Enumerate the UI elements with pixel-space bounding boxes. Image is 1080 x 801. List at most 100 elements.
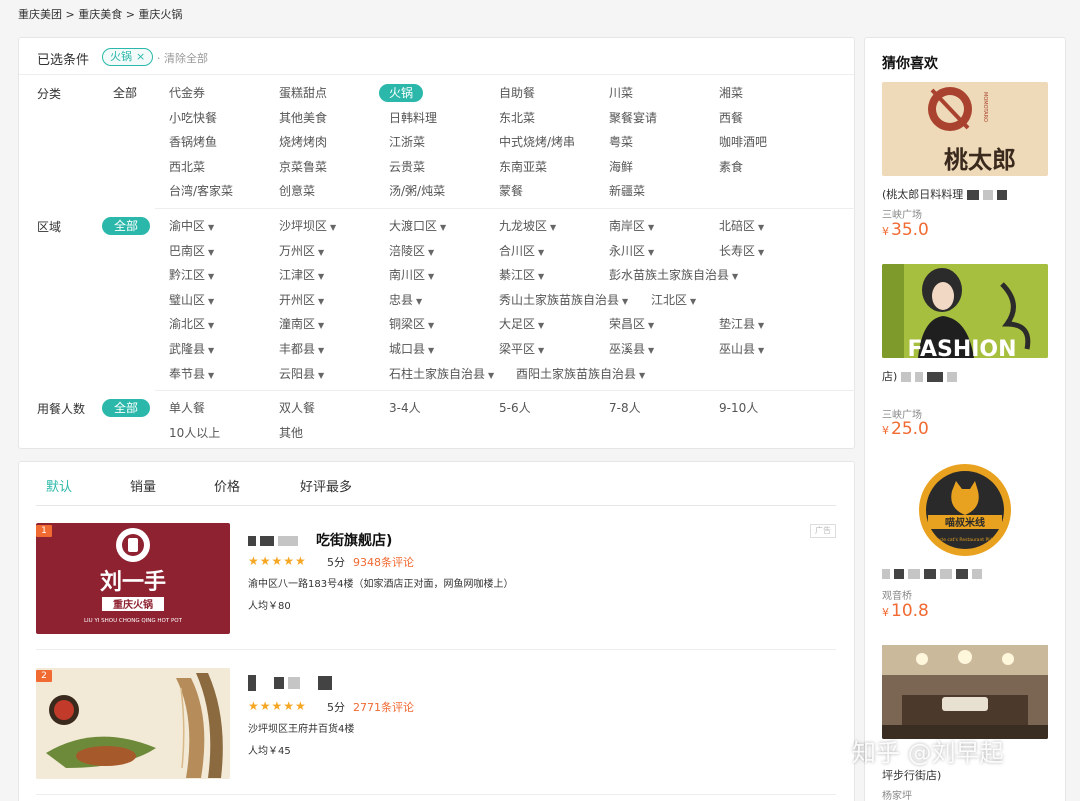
- area-option[interactable]: 垫江县 ▼: [719, 315, 764, 333]
- clear-all-link[interactable]: · 清除全部: [157, 50, 208, 66]
- breadcrumb[interactable]: 重庆美团 > 重庆美食 > 重庆火锅: [18, 6, 182, 22]
- people-all[interactable]: 全部: [102, 399, 151, 417]
- area-option[interactable]: 沙坪坝区 ▼: [279, 217, 336, 235]
- area-option[interactable]: 綦江区 ▼: [499, 266, 544, 284]
- category-option[interactable]: 素食: [719, 158, 743, 176]
- category-option[interactable]: 中式烧烤/烤串: [499, 133, 575, 151]
- list-item[interactable]: 1 刘一手 重庆火锅 LIU YI SHOU CHONG QING HOT PO…: [36, 523, 836, 651]
- restaurant-image[interactable]: 2: [36, 668, 230, 779]
- category-option[interactable]: 自助餐: [499, 84, 535, 102]
- area-option[interactable]: 涪陵区 ▼: [389, 242, 434, 260]
- category-option[interactable]: 西北菜: [169, 158, 205, 176]
- recommend-name[interactable]: 店): [882, 368, 961, 384]
- category-option[interactable]: 粤菜: [609, 133, 633, 151]
- area-option[interactable]: 大足区 ▼: [499, 315, 544, 333]
- category-option[interactable]: 香锅烤鱼: [169, 133, 217, 151]
- category-option[interactable]: 川菜: [609, 84, 633, 102]
- recommend-image[interactable]: 喵叔米线 Uncle cat's Restaurant PLUS: [882, 463, 1048, 557]
- area-option[interactable]: 秀山土家族苗族自治县 ▼: [499, 291, 628, 309]
- people-option[interactable]: 9-10人: [719, 399, 758, 417]
- recommend-card[interactable]: MOMOTARO 桃太郎 (桃太郎日料料理 三峡广场 ¥35.0: [882, 82, 1048, 240]
- area-option[interactable]: 渝北区 ▼: [169, 315, 214, 333]
- people-option[interactable]: 7-8人: [609, 399, 641, 417]
- review-count-link[interactable]: 9348条评论: [353, 554, 414, 570]
- category-option[interactable]: 西餐: [719, 109, 743, 127]
- area-option[interactable]: 大渡口区 ▼: [389, 217, 446, 235]
- category-option[interactable]: 聚餐宴请: [609, 109, 657, 127]
- area-option[interactable]: 荣昌区 ▼: [609, 315, 654, 333]
- people-option[interactable]: 其他: [279, 424, 303, 442]
- category-option[interactable]: 代金券: [169, 84, 205, 102]
- category-option[interactable]: 湘菜: [719, 84, 743, 102]
- category-option[interactable]: 咖啡酒吧: [719, 133, 767, 151]
- area-option[interactable]: 江北区 ▼: [651, 291, 696, 309]
- area-option[interactable]: 奉节县 ▼: [169, 365, 214, 383]
- area-option[interactable]: 北碚区 ▼: [719, 217, 764, 235]
- category-option[interactable]: 江浙菜: [389, 133, 425, 151]
- selected-tag-hotpot[interactable]: 火锅 ×: [102, 48, 154, 66]
- recommend-card[interactable]: FASHION 店) 三峡广场 ¥25.0: [882, 264, 1048, 439]
- area-option[interactable]: 云阳县 ▼: [279, 365, 324, 383]
- category-option[interactable]: 创意菜: [279, 182, 315, 200]
- category-option[interactable]: 东北菜: [499, 109, 535, 127]
- list-item[interactable]: 2 ★★★★★ 5分 2771条评论 沙坪坝区王府井百货4楼 人均￥45: [36, 668, 836, 796]
- area-option[interactable]: 永川区 ▼: [609, 242, 654, 260]
- category-all[interactable]: 全部: [107, 84, 143, 102]
- category-option[interactable]: 汤/粥/炖菜: [389, 182, 445, 200]
- area-option[interactable]: 黔江区 ▼: [169, 266, 214, 284]
- people-option[interactable]: 双人餐: [279, 399, 315, 417]
- area-option[interactable]: 巴南区 ▼: [169, 242, 214, 260]
- area-all[interactable]: 全部: [102, 217, 151, 235]
- area-option[interactable]: 梁平区 ▼: [499, 340, 544, 358]
- recommend-name[interactable]: [882, 567, 986, 580]
- area-option[interactable]: 江津区 ▼: [279, 266, 324, 284]
- recommend-image[interactable]: MOMOTARO 桃太郎: [882, 82, 1048, 176]
- area-option[interactable]: 九龙坡区 ▼: [499, 217, 556, 235]
- restaurant-name[interactable]: 吃街旗舰店): [248, 530, 392, 550]
- area-option[interactable]: 彭水苗族土家族自治县 ▼: [609, 266, 738, 284]
- people-option[interactable]: 3-4人: [389, 399, 421, 417]
- area-option[interactable]: 城口县 ▼: [389, 340, 434, 358]
- category-option[interactable]: 台湾/客家菜: [169, 182, 233, 200]
- category-option[interactable]: 其他美食: [279, 109, 327, 127]
- people-option[interactable]: 10人以上: [169, 424, 220, 442]
- tab-price[interactable]: 价格: [214, 476, 240, 495]
- area-option[interactable]: 合川区 ▼: [499, 242, 544, 260]
- recommend-name[interactable]: 坪步行街店): [882, 767, 941, 783]
- area-option[interactable]: 酉阳土家族苗族自治县 ▼: [516, 365, 645, 383]
- review-count-link[interactable]: 2771条评论: [353, 699, 414, 715]
- tab-default[interactable]: 默认: [46, 476, 72, 495]
- remove-tag-icon[interactable]: ×: [136, 50, 145, 63]
- recommend-name[interactable]: (桃太郎日料料理: [882, 186, 1011, 202]
- area-option[interactable]: 潼南区 ▼: [279, 315, 324, 333]
- category-option[interactable]: 小吃快餐: [169, 109, 217, 127]
- recommend-card[interactable]: 坪步行街店) 杨家坪: [882, 645, 1048, 801]
- recommend-image[interactable]: [882, 645, 1048, 739]
- people-option[interactable]: 5-6人: [499, 399, 531, 417]
- area-option[interactable]: 巫溪县 ▼: [609, 340, 654, 358]
- people-option[interactable]: 单人餐: [169, 399, 205, 417]
- area-option[interactable]: 璧山区 ▼: [169, 291, 214, 309]
- restaurant-name[interactable]: [248, 675, 336, 691]
- area-option[interactable]: 丰都县 ▼: [279, 340, 324, 358]
- area-option[interactable]: 石柱土家族自治县 ▼: [389, 365, 494, 383]
- recommend-card[interactable]: 喵叔米线 Uncle cat's Restaurant PLUS 观音桥 ¥10…: [882, 463, 1048, 621]
- area-option[interactable]: 渝中区 ▼: [169, 217, 214, 235]
- category-option[interactable]: 海鲜: [609, 158, 633, 176]
- category-option[interactable]: 蛋糕甜点: [279, 84, 327, 102]
- area-option[interactable]: 南岸区 ▼: [609, 217, 654, 235]
- tab-sales[interactable]: 销量: [130, 476, 156, 495]
- category-option[interactable]: 云贵菜: [389, 158, 425, 176]
- area-option[interactable]: 长寿区 ▼: [719, 242, 764, 260]
- tab-top-rated[interactable]: 好评最多: [300, 476, 352, 495]
- area-option[interactable]: 武隆县 ▼: [169, 340, 214, 358]
- category-option[interactable]: 火锅: [379, 84, 424, 102]
- category-option[interactable]: 烧烤烤肉: [279, 133, 327, 151]
- area-option[interactable]: 忠县 ▼: [389, 291, 422, 309]
- restaurant-image[interactable]: 1 刘一手 重庆火锅 LIU YI SHOU CHONG QING HOT PO…: [36, 523, 230, 634]
- recommend-image[interactable]: FASHION: [882, 264, 1048, 358]
- area-option[interactable]: 万州区 ▼: [279, 242, 324, 260]
- category-option[interactable]: 新疆菜: [609, 182, 645, 200]
- area-option[interactable]: 开州区 ▼: [279, 291, 324, 309]
- category-option[interactable]: 蒙餐: [499, 182, 523, 200]
